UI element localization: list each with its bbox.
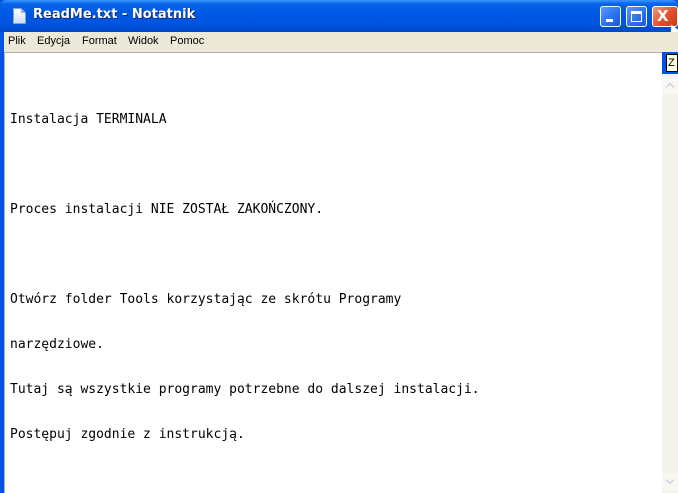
minimize-button[interactable] (600, 6, 621, 27)
scroll-up-button[interactable] (662, 78, 678, 94)
window-title: ReadMe.txt - Notatnik (33, 7, 196, 22)
notepad-icon[interactable] (13, 8, 26, 24)
document-line: Tutaj są wszystkie programy potrzebne do… (10, 382, 480, 397)
menu-bar: Plik Edycja Format Widok Pomoc (4, 32, 678, 52)
document-line: Proces instalacji NIE ZOSTAŁ ZAKOŃCZONY. (10, 202, 324, 217)
menu-item-edycja[interactable]: Edycja (37, 35, 70, 47)
chevron-down-icon (665, 475, 675, 485)
document-line: narzędziowe. (10, 337, 104, 352)
minimize-icon (606, 19, 613, 22)
notepad-window: ReadMe.txt - Notatnik X Plik Edycja Form… (0, 0, 678, 493)
document-line: Instalacja TERMINALA (10, 112, 167, 127)
menu-item-pomoc[interactable]: Pomoc (170, 35, 204, 47)
scroll-down-button[interactable] (662, 474, 678, 490)
title-bar[interactable]: ReadMe.txt - Notatnik X (0, 0, 678, 32)
tooltip: Z (666, 54, 678, 72)
menu-item-format[interactable]: Format (82, 35, 117, 47)
close-icon: X (657, 7, 669, 25)
chevron-up-icon (665, 82, 675, 92)
document-line: Otwórz folder Tools korzystając ze skrót… (10, 292, 402, 307)
document-line: ​ (10, 247, 660, 262)
menu-item-widok[interactable]: Widok (128, 35, 159, 47)
maximize-button[interactable] (626, 6, 647, 27)
menu-item-plik[interactable]: Plik (8, 35, 26, 47)
text-editor-area[interactable]: Instalacja TERMINALA ​ Proces instalacji… (4, 52, 662, 493)
document-text[interactable]: Instalacja TERMINALA ​ Proces instalacji… (10, 82, 660, 472)
document-line: Postępuj zgodnie z instrukcją. (10, 427, 245, 442)
vertical-scrollbar[interactable] (662, 74, 678, 493)
maximize-icon (631, 11, 642, 22)
document-line: ​ (10, 157, 660, 172)
